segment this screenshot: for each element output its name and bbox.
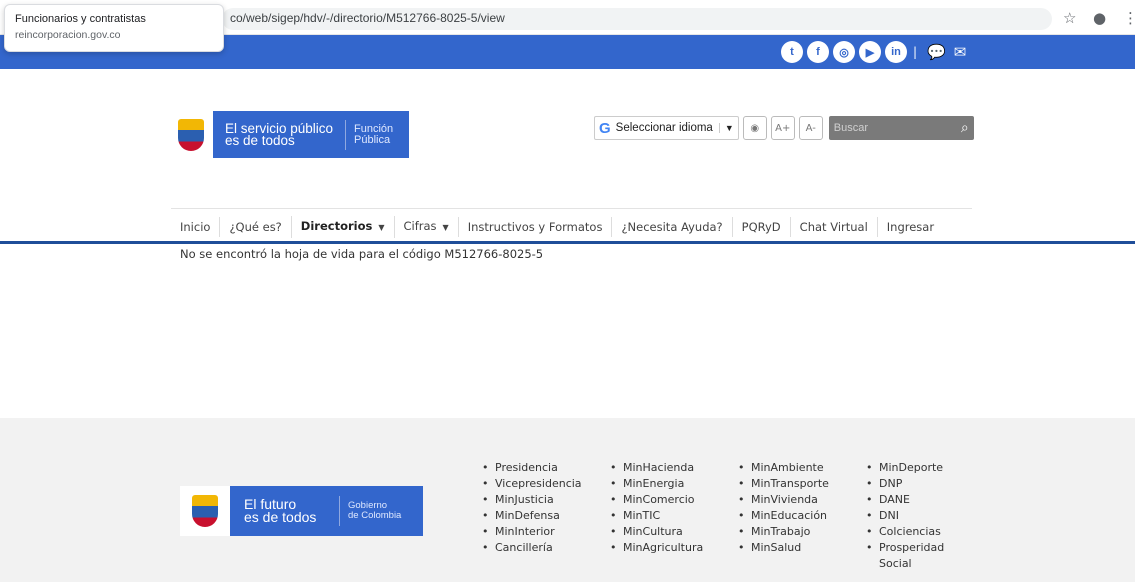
youtube-icon[interactable]: ▶ — [859, 41, 881, 63]
footer-link[interactable]: MinTIC — [610, 508, 738, 524]
footer-link[interactable]: Prosperidad Social — [866, 540, 946, 572]
not-found-message: No se encontró la hoja de vida para el c… — [180, 247, 544, 261]
rss-icon: ◉ — [750, 122, 760, 134]
footer-link[interactable]: MinComercio — [610, 492, 738, 508]
tooltip-title: Funcionarios y contratistas — [15, 13, 146, 25]
footer-link[interactable]: DANE — [866, 492, 956, 508]
social-icons: t f ◎ ▶ in | 💬 ✉ — [781, 41, 966, 63]
footer-link[interactable]: Vicepresidencia — [482, 476, 610, 492]
nav-item-pqryd[interactable]: PQRyD — [731, 217, 790, 237]
logo-brand: Función Pública — [345, 119, 393, 150]
footer-link[interactable]: DNI — [866, 508, 956, 524]
footer-link[interactable]: MinCultura — [610, 524, 738, 540]
nav-item-ingresar[interactable]: Ingresar — [876, 217, 943, 237]
header-tools: G Seleccionar idioma ▼ ◉ A+ A- ⌕ — [594, 116, 974, 140]
bookmark-star-icon[interactable]: ☆ — [1063, 9, 1076, 27]
address-bar[interactable]: co/web/sigep/hdv/-/directorio/M512766-80… — [222, 8, 1052, 30]
language-select[interactable]: G Seleccionar idioma ▼ — [594, 116, 739, 140]
font-increase-button[interactable]: A+ — [770, 116, 795, 140]
footer-link[interactable]: MinEnergia — [610, 476, 738, 492]
google-icon: G — [599, 119, 611, 137]
footer-link[interactable]: Cancillería — [482, 540, 610, 556]
nav-item-label: Directorios — [300, 219, 373, 233]
footer-column: MinDeporte DNP DANE DNI Colciencias Pros… — [866, 460, 956, 572]
nav-item-ayuda[interactable]: ¿Necesita Ayuda? — [611, 217, 731, 237]
nav-item-inicio[interactable]: Inicio — [171, 217, 219, 237]
footer-link[interactable]: MinAmbiente — [738, 460, 866, 476]
font-decrease-button[interactable]: A- — [798, 116, 823, 140]
search-icon[interactable]: ⌕ — [961, 120, 969, 136]
footer-links: Presidencia Vicepresidencia MinJusticia … — [482, 460, 956, 572]
menu-kebab-icon[interactable]: ⋮ — [1123, 9, 1135, 27]
footer-column: MinHacienda MinEnergia MinComercio MinTI… — [610, 460, 738, 572]
nav-item-instructivos[interactable]: Instructivos y Formatos — [457, 217, 612, 237]
footer-column: Presidencia Vicepresidencia MinJusticia … — [482, 460, 610, 572]
colombia-coat-of-arms-icon — [180, 486, 230, 536]
footer-link[interactable]: MinDeporte — [866, 460, 956, 476]
footer-link[interactable]: MinEducación — [738, 508, 866, 524]
caret-down-icon: ▼ — [378, 223, 385, 232]
footer-link[interactable]: DNP — [866, 476, 956, 492]
footer-logo-brand: Gobierno de Colombia — [339, 496, 401, 526]
caret-down-icon: ▼ — [718, 123, 734, 133]
funcion-publica-logo[interactable]: El servicio público es de todos Función … — [169, 111, 409, 158]
facebook-icon[interactable]: f — [807, 41, 829, 63]
tab-tooltip: Funcionarios y contratistas reincorporac… — [4, 4, 224, 52]
chat-bubble-icon[interactable]: 💬 — [927, 43, 946, 61]
language-label: Seleccionar idioma — [615, 122, 713, 134]
nav-item-cifras[interactable]: Cifras ▼ — [393, 216, 458, 238]
footer-link[interactable]: MinSalud — [738, 540, 866, 556]
twitter-icon[interactable]: t — [781, 41, 803, 63]
footer-link[interactable]: MinDefensa — [482, 508, 610, 524]
search-box: ⌕ — [828, 116, 974, 140]
nav-divider — [171, 208, 972, 209]
tooltip-domain: reincorporacion.gov.co — [15, 29, 121, 41]
footer-link[interactable]: MinAgricultura — [610, 540, 738, 556]
nav-item-directorios[interactable]: Directorios ▼ — [290, 216, 394, 238]
gobierno-colombia-logo[interactable]: El futuro es de todos Gobierno de Colomb… — [180, 486, 423, 536]
footer-link[interactable]: MinTrabajo — [738, 524, 866, 540]
nav-item-label: Cifras — [403, 219, 437, 233]
url-text: co/web/sigep/hdv/-/directorio/M512766-80… — [230, 11, 505, 25]
logo-slogan: El servicio público es de todos — [225, 120, 334, 148]
footer-link[interactable]: MinHacienda — [610, 460, 738, 476]
main-nav: Inicio ¿Qué es? Directorios ▼ Cifras ▼ Ins… — [171, 216, 943, 238]
colombia-coat-of-arms-icon — [169, 111, 213, 158]
footer-link[interactable]: MinVivienda — [738, 492, 866, 508]
nav-item-que-es[interactable]: ¿Qué es? — [219, 217, 290, 237]
social-separator: | — [913, 45, 918, 59]
mail-icon[interactable]: ✉ — [954, 43, 967, 61]
footer-link[interactable]: Presidencia — [482, 460, 610, 476]
footer-link[interactable]: MinJusticia — [482, 492, 610, 508]
footer: El futuro es de todos Gobierno de Colomb… — [0, 418, 1135, 582]
nav-item-chat[interactable]: Chat Virtual — [789, 217, 877, 237]
search-input[interactable] — [833, 122, 944, 134]
footer-logo-slogan: El futuro es de todos — [244, 496, 317, 525]
footer-column: MinAmbiente MinTransporte MinVivienda Mi… — [738, 460, 866, 572]
instagram-icon[interactable]: ◎ — [833, 41, 855, 63]
profile-icon[interactable]: ● — [1093, 9, 1106, 27]
rss-button[interactable]: ◉ — [742, 116, 767, 140]
linkedin-icon[interactable]: in — [885, 41, 907, 63]
nav-underline — [0, 241, 1135, 244]
footer-link[interactable]: MinTransporte — [738, 476, 866, 492]
caret-down-icon: ▼ — [442, 223, 449, 232]
footer-link[interactable]: MinInterior — [482, 524, 610, 540]
footer-link[interactable]: Colciencias — [866, 524, 956, 540]
